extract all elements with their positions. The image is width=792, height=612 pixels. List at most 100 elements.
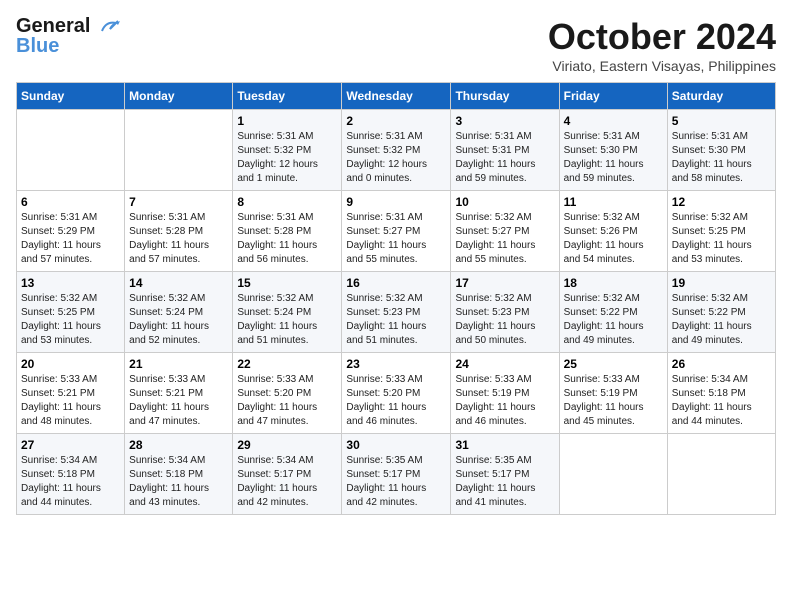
day-number: 18 xyxy=(564,276,663,290)
day-number: 23 xyxy=(346,357,446,371)
day-detail: Sunrise: 5:33 AM Sunset: 5:20 PM Dayligh… xyxy=(346,373,446,429)
day-detail: Sunrise: 5:31 AM Sunset: 5:32 PM Dayligh… xyxy=(346,130,446,186)
weekday-header: Wednesday xyxy=(342,83,451,110)
day-detail: Sunrise: 5:31 AM Sunset: 5:27 PM Dayligh… xyxy=(346,211,446,267)
month-title: October 2024 xyxy=(548,16,776,58)
day-detail: Sunrise: 5:31 AM Sunset: 5:31 PM Dayligh… xyxy=(455,130,554,186)
calendar-cell: 13 Sunrise: 5:32 AM Sunset: 5:25 PM Dayli… xyxy=(17,272,125,353)
day-detail: Sunrise: 5:32 AM Sunset: 5:25 PM Dayligh… xyxy=(21,292,120,348)
logo: General Blue xyxy=(16,16,120,56)
day-detail: Sunrise: 5:32 AM Sunset: 5:25 PM Dayligh… xyxy=(672,211,771,267)
calendar-cell: 23 Sunrise: 5:33 AM Sunset: 5:20 PM Dayli… xyxy=(342,353,451,434)
day-number: 17 xyxy=(455,276,554,290)
title-block: October 2024 Viriato, Eastern Visayas, P… xyxy=(548,16,776,74)
calendar-cell: 28Sunrise: 5:34 AM Sunset: 5:18 PM Dayli… xyxy=(125,434,233,515)
day-number: 12 xyxy=(672,195,771,209)
day-number: 2 xyxy=(346,114,446,128)
calendar-week-row: 13 Sunrise: 5:32 AM Sunset: 5:25 PM Dayli… xyxy=(17,272,776,353)
calendar-cell: 3 Sunrise: 5:31 AM Sunset: 5:31 PM Daylig… xyxy=(451,110,559,191)
calendar-cell: 31 Sunrise: 5:35 AM Sunset: 5:17 PM Dayli… xyxy=(451,434,559,515)
calendar-cell: 26 Sunrise: 5:34 AM Sunset: 5:18 PM Dayli… xyxy=(667,353,775,434)
day-number: 30 xyxy=(346,438,446,452)
day-detail: Sunrise: 5:33 AM Sunset: 5:19 PM Dayligh… xyxy=(564,373,663,429)
calendar-cell: 8 Sunrise: 5:31 AM Sunset: 5:28 PM Daylig… xyxy=(233,191,342,272)
day-detail: Sunrise: 5:31 AM Sunset: 5:32 PM Dayligh… xyxy=(237,130,337,186)
calendar-cell: 15 Sunrise: 5:32 AM Sunset: 5:24 PM Dayli… xyxy=(233,272,342,353)
day-detail: Sunrise: 5:31 AM Sunset: 5:28 PM Dayligh… xyxy=(129,211,228,267)
day-number: 7 xyxy=(129,195,228,209)
weekday-header: Thursday xyxy=(451,83,559,110)
calendar-cell: 21Sunrise: 5:33 AM Sunset: 5:21 PM Dayli… xyxy=(125,353,233,434)
day-number: 31 xyxy=(455,438,554,452)
day-number: 3 xyxy=(455,114,554,128)
day-detail: Sunrise: 5:33 AM Sunset: 5:21 PM Dayligh… xyxy=(21,373,120,429)
calendar-table: SundayMondayTuesdayWednesdayThursdayFrid… xyxy=(16,82,776,515)
calendar-cell xyxy=(17,110,125,191)
day-number: 26 xyxy=(672,357,771,371)
weekday-header: Saturday xyxy=(667,83,775,110)
day-detail: Sunrise: 5:33 AM Sunset: 5:20 PM Dayligh… xyxy=(237,373,337,429)
weekday-header: Monday xyxy=(125,83,233,110)
calendar-cell xyxy=(125,110,233,191)
calendar-cell: 2 Sunrise: 5:31 AM Sunset: 5:32 PM Daylig… xyxy=(342,110,451,191)
day-detail: Sunrise: 5:35 AM Sunset: 5:17 PM Dayligh… xyxy=(346,454,446,510)
day-detail: Sunrise: 5:32 AM Sunset: 5:26 PM Dayligh… xyxy=(564,211,663,267)
day-number: 9 xyxy=(346,195,446,209)
day-detail: Sunrise: 5:34 AM Sunset: 5:17 PM Dayligh… xyxy=(237,454,337,510)
day-number: 10 xyxy=(455,195,554,209)
calendar-cell: 14 Sunrise: 5:32 AM Sunset: 5:24 PM Dayli… xyxy=(125,272,233,353)
day-number: 8 xyxy=(237,195,337,209)
day-detail: Sunrise: 5:33 AM Sunset: 5:19 PM Dayligh… xyxy=(455,373,554,429)
day-detail: Sunrise: 5:32 AM Sunset: 5:22 PM Dayligh… xyxy=(564,292,663,348)
day-number: 4 xyxy=(564,114,663,128)
calendar-cell: 4 Sunrise: 5:31 AM Sunset: 5:30 PM Daylig… xyxy=(559,110,667,191)
day-detail: Sunrise: 5:32 AM Sunset: 5:27 PM Dayligh… xyxy=(455,211,554,267)
calendar-week-row: 6Sunrise: 5:31 AM Sunset: 5:29 PM Daylig… xyxy=(17,191,776,272)
day-detail: Sunrise: 5:31 AM Sunset: 5:30 PM Dayligh… xyxy=(672,130,771,186)
day-detail: Sunrise: 5:31 AM Sunset: 5:30 PM Dayligh… xyxy=(564,130,663,186)
weekday-header: Tuesday xyxy=(233,83,342,110)
calendar-cell: 16Sunrise: 5:32 AM Sunset: 5:23 PM Dayli… xyxy=(342,272,451,353)
calendar-cell: 29 Sunrise: 5:34 AM Sunset: 5:17 PM Dayli… xyxy=(233,434,342,515)
day-number: 15 xyxy=(237,276,337,290)
day-detail: Sunrise: 5:31 AM Sunset: 5:28 PM Dayligh… xyxy=(237,211,337,267)
calendar-cell: 20 Sunrise: 5:33 AM Sunset: 5:21 PM Dayli… xyxy=(17,353,125,434)
calendar-cell: 9 Sunrise: 5:31 AM Sunset: 5:27 PM Daylig… xyxy=(342,191,451,272)
calendar-cell: 30 Sunrise: 5:35 AM Sunset: 5:17 PM Dayli… xyxy=(342,434,451,515)
day-number: 13 xyxy=(21,276,120,290)
day-detail: Sunrise: 5:32 AM Sunset: 5:23 PM Dayligh… xyxy=(455,292,554,348)
day-detail: Sunrise: 5:32 AM Sunset: 5:24 PM Dayligh… xyxy=(237,292,337,348)
page-header: General Blue October 2024 Viriato, Easte… xyxy=(16,16,776,74)
day-number: 19 xyxy=(672,276,771,290)
day-detail: Sunrise: 5:34 AM Sunset: 5:18 PM Dayligh… xyxy=(672,373,771,429)
day-number: 29 xyxy=(237,438,337,452)
day-number: 6 xyxy=(21,195,120,209)
calendar-week-row: 20 Sunrise: 5:33 AM Sunset: 5:21 PM Dayli… xyxy=(17,353,776,434)
calendar-cell: 1Sunrise: 5:31 AM Sunset: 5:32 PM Daylig… xyxy=(233,110,342,191)
day-number: 28 xyxy=(129,438,228,452)
day-number: 11 xyxy=(564,195,663,209)
weekday-header: Friday xyxy=(559,83,667,110)
calendar-cell: 5Sunrise: 5:31 AM Sunset: 5:30 PM Daylig… xyxy=(667,110,775,191)
calendar-cell: 27Sunrise: 5:34 AM Sunset: 5:18 PM Dayli… xyxy=(17,434,125,515)
day-number: 14 xyxy=(129,276,228,290)
calendar-cell: 11 Sunrise: 5:32 AM Sunset: 5:26 PM Dayli… xyxy=(559,191,667,272)
calendar-cell xyxy=(667,434,775,515)
weekday-header: Sunday xyxy=(17,83,125,110)
calendar-cell: 7 Sunrise: 5:31 AM Sunset: 5:28 PM Daylig… xyxy=(125,191,233,272)
day-detail: Sunrise: 5:32 AM Sunset: 5:22 PM Dayligh… xyxy=(672,292,771,348)
day-detail: Sunrise: 5:34 AM Sunset: 5:18 PM Dayligh… xyxy=(21,454,120,510)
calendar-cell: 25Sunrise: 5:33 AM Sunset: 5:19 PM Dayli… xyxy=(559,353,667,434)
calendar-cell: 24Sunrise: 5:33 AM Sunset: 5:19 PM Dayli… xyxy=(451,353,559,434)
calendar-cell: 10 Sunrise: 5:32 AM Sunset: 5:27 PM Dayli… xyxy=(451,191,559,272)
calendar-cell: 22Sunrise: 5:33 AM Sunset: 5:20 PM Dayli… xyxy=(233,353,342,434)
calendar-cell: 12 Sunrise: 5:32 AM Sunset: 5:25 PM Dayli… xyxy=(667,191,775,272)
day-number: 20 xyxy=(21,357,120,371)
calendar-cell: 18 Sunrise: 5:32 AM Sunset: 5:22 PM Dayli… xyxy=(559,272,667,353)
day-detail: Sunrise: 5:32 AM Sunset: 5:24 PM Dayligh… xyxy=(129,292,228,348)
logo-blue: Blue xyxy=(16,36,59,56)
calendar-cell: 19 Sunrise: 5:32 AM Sunset: 5:22 PM Dayli… xyxy=(667,272,775,353)
day-detail: Sunrise: 5:35 AM Sunset: 5:17 PM Dayligh… xyxy=(455,454,554,510)
calendar-cell: 17 Sunrise: 5:32 AM Sunset: 5:23 PM Dayli… xyxy=(451,272,559,353)
calendar-cell: 6Sunrise: 5:31 AM Sunset: 5:29 PM Daylig… xyxy=(17,191,125,272)
